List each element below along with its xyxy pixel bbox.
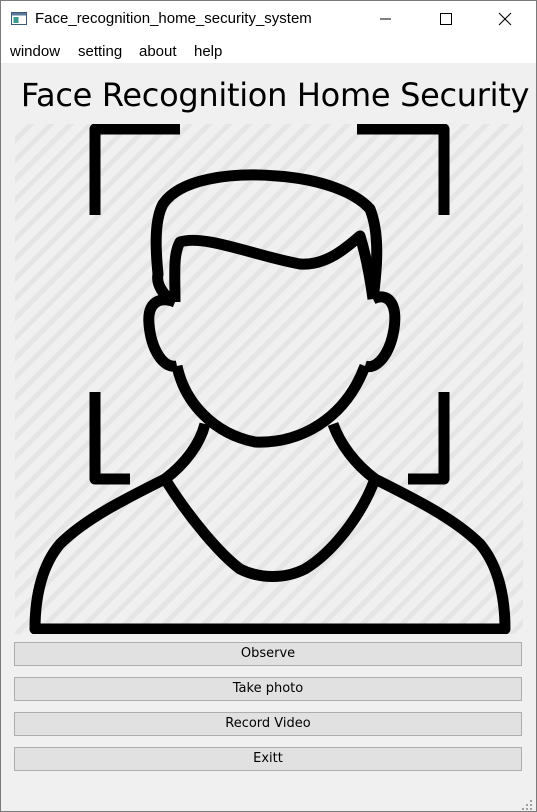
camera-view [15, 124, 523, 634]
minimize-button[interactable] [358, 1, 416, 37]
maximize-button[interactable] [417, 1, 475, 37]
menu-about[interactable]: about [139, 43, 177, 60]
close-button[interactable] [476, 1, 534, 37]
title-bar[interactable]: Face_recognition_home_security_system [1, 1, 536, 37]
menu-bar: window setting about help [1, 37, 536, 64]
resize-grip-icon[interactable] [522, 797, 532, 810]
maximize-icon [440, 13, 452, 25]
observe-button[interactable]: Observe [14, 642, 522, 666]
app-window-icon [11, 12, 27, 25]
minimize-icon [380, 18, 391, 20]
menu-help[interactable]: help [194, 43, 222, 60]
exit-button[interactable]: Exitt [14, 747, 522, 771]
menu-setting[interactable]: setting [78, 43, 122, 60]
take-photo-button[interactable]: Take photo [14, 677, 522, 701]
close-icon [498, 12, 512, 26]
page-title: Face Recognition Home Security [20, 76, 530, 114]
face-scan-icon [29, 124, 511, 634]
window-title: Face_recognition_home_security_system [35, 10, 312, 27]
record-video-button[interactable]: Record Video [14, 712, 522, 736]
app-window: Face_recognition_home_security_system wi… [0, 0, 537, 812]
menu-window[interactable]: window [10, 43, 60, 60]
